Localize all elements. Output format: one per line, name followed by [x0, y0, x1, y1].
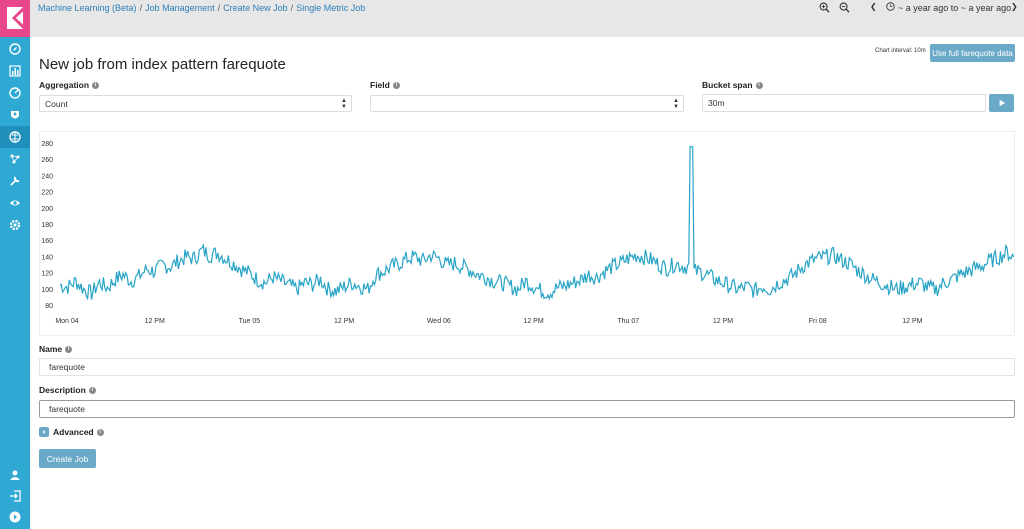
- y-tick-label: 220: [41, 190, 53, 197]
- y-tick-label: 260: [41, 157, 53, 164]
- description-input[interactable]: farequote: [39, 400, 1015, 418]
- dashboard-icon[interactable]: [0, 82, 30, 104]
- name-label: Name i: [39, 344, 73, 354]
- select-arrows-icon: ▲ ▼: [341, 98, 347, 110]
- chart-container: 80 100 120 140 160 180 200 220 240 260 280 Mon 04 12…: [39, 131, 1015, 336]
- create-job-button[interactable]: Create Job: [39, 449, 96, 468]
- play-icon: [999, 99, 1005, 107]
- user-icon[interactable]: [0, 464, 30, 486]
- breadcrumb-create-new-job[interactable]: Create New Job: [223, 3, 288, 13]
- discover-icon[interactable]: [0, 38, 30, 60]
- zoom-in-icon[interactable]: [819, 2, 830, 13]
- y-tick-label: 140: [41, 254, 53, 261]
- top-bar: Machine Learning (Beta) / Job Management / C…: [30, 0, 1024, 37]
- x-tick-label: 12 PM: [902, 318, 922, 325]
- timelion-icon[interactable]: [0, 104, 30, 126]
- x-tick-label: Wed 06: [427, 318, 451, 325]
- y-tick-label: 280: [41, 141, 53, 148]
- management-icon[interactable]: [0, 214, 30, 236]
- breadcrumb-ml[interactable]: Machine Learning (Beta): [38, 3, 137, 13]
- select-arrows-icon: ▲ ▼: [673, 98, 679, 110]
- y-tick-label: 180: [41, 222, 53, 229]
- chart-interval: Chart interval: 10m: [875, 48, 926, 54]
- x-tick-label: 12 PM: [145, 318, 165, 325]
- chevron-right-icon[interactable]: ❯: [1011, 2, 1018, 11]
- machine-learning-icon[interactable]: [0, 126, 30, 148]
- x-tick-label: Mon 04: [55, 318, 78, 325]
- time-range-text: ~ a year ago to ~ a year ago: [898, 2, 1012, 13]
- graph-icon[interactable]: [0, 148, 30, 170]
- logout-icon[interactable]: [0, 485, 30, 507]
- x-tick-label: Tue 05: [239, 318, 261, 325]
- x-tick-label: 12 PM: [713, 318, 733, 325]
- field-select[interactable]: ▲ ▼: [370, 95, 684, 112]
- monitoring-icon[interactable]: [0, 192, 30, 214]
- bucket-span-label: Bucket span i: [702, 80, 763, 90]
- x-tick-label: Thu 07: [617, 318, 639, 325]
- page-title: New job from index pattern farequote: [39, 56, 286, 73]
- description-label: Description i: [39, 385, 96, 395]
- visualize-icon[interactable]: [0, 60, 30, 82]
- zoom-out-icon[interactable]: [839, 2, 850, 13]
- field-label: Field i: [370, 80, 400, 90]
- advanced-toggle[interactable]: Advanced i: [39, 427, 104, 437]
- y-tick-label: 200: [41, 206, 53, 213]
- play-button[interactable]: [989, 94, 1014, 112]
- info-icon[interactable]: i: [96, 428, 104, 436]
- clock-icon: [886, 2, 895, 13]
- aggregation-label: Aggregation i: [39, 80, 100, 90]
- x-tick-label: 12 PM: [334, 318, 354, 325]
- y-tick-label: 160: [41, 238, 53, 245]
- time-picker[interactable]: ~ a year ago to ~ a year ago: [886, 2, 1011, 13]
- expand-icon[interactable]: [39, 427, 49, 437]
- y-tick-label: 120: [41, 271, 53, 278]
- info-icon[interactable]: i: [392, 81, 400, 89]
- series-line: [59, 146, 1015, 301]
- sidebar: [0, 0, 30, 529]
- y-tick-label: 100: [41, 287, 53, 294]
- dev-tools-icon[interactable]: [0, 170, 30, 192]
- breadcrumb-job-management[interactable]: Job Management: [145, 3, 215, 13]
- info-icon[interactable]: i: [88, 386, 96, 394]
- info-icon[interactable]: i: [65, 345, 73, 353]
- breadcrumb: Machine Learning (Beta) / Job Management / C…: [38, 3, 366, 13]
- line-chart: 80 100 120 140 160 180 200 220 240 260 280 Mon 04 12…: [41, 141, 1015, 325]
- info-icon[interactable]: i: [755, 81, 763, 89]
- chevron-left-icon[interactable]: ❮: [870, 2, 877, 11]
- use-full-data-button[interactable]: Use full farequote data: [930, 44, 1015, 62]
- y-tick-label: 80: [45, 303, 53, 310]
- kibana-logo[interactable]: [0, 0, 30, 37]
- aggregation-select[interactable]: Count ▲ ▼: [39, 95, 352, 112]
- bucket-span-input[interactable]: 30m: [702, 94, 986, 112]
- y-tick-label: 240: [41, 173, 53, 180]
- name-input[interactable]: farequote: [39, 358, 1015, 376]
- x-tick-label: Fri 08: [809, 318, 827, 325]
- breadcrumb-single-metric-job[interactable]: Single Metric Job: [296, 3, 365, 13]
- collapse-icon[interactable]: [0, 506, 30, 528]
- info-icon[interactable]: i: [92, 81, 100, 89]
- x-tick-label: 12 PM: [523, 318, 543, 325]
